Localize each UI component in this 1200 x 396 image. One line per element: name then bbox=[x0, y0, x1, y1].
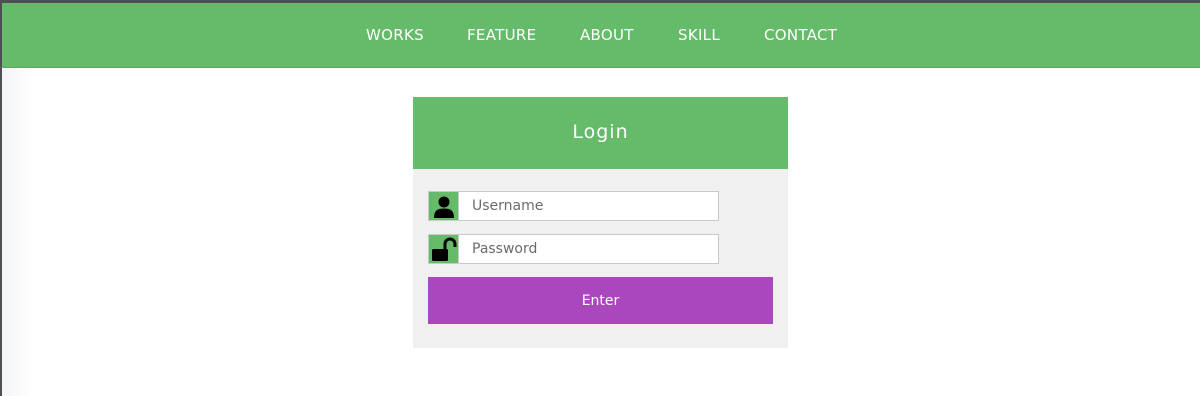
username-input[interactable] bbox=[458, 191, 719, 221]
unlocked-padlock-icon bbox=[428, 234, 458, 264]
left-edge-shadow bbox=[0, 68, 34, 396]
user-icon bbox=[428, 191, 458, 221]
login-form: Login Enter bbox=[413, 97, 788, 348]
password-row bbox=[428, 234, 719, 264]
top-navigation-bar: WORKS FEATURE ABOUT SKILL CONTACT bbox=[0, 3, 1200, 68]
nav-item-works[interactable]: WORKS bbox=[366, 26, 424, 44]
nav-menu: WORKS FEATURE ABOUT SKILL CONTACT bbox=[2, 3, 1200, 68]
password-input[interactable] bbox=[458, 234, 719, 264]
nav-item-contact[interactable]: CONTACT bbox=[764, 26, 837, 44]
page: WORKS FEATURE ABOUT SKILL CONTACT Login bbox=[0, 0, 1200, 396]
nav-item-about[interactable]: ABOUT bbox=[580, 26, 634, 44]
username-row bbox=[428, 191, 719, 221]
enter-button[interactable]: Enter bbox=[428, 277, 773, 324]
nav-item-feature[interactable]: FEATURE bbox=[467, 26, 536, 44]
nav-item-skill[interactable]: SKILL bbox=[678, 26, 720, 44]
login-title: Login bbox=[572, 121, 629, 143]
login-header: Login bbox=[413, 97, 788, 169]
